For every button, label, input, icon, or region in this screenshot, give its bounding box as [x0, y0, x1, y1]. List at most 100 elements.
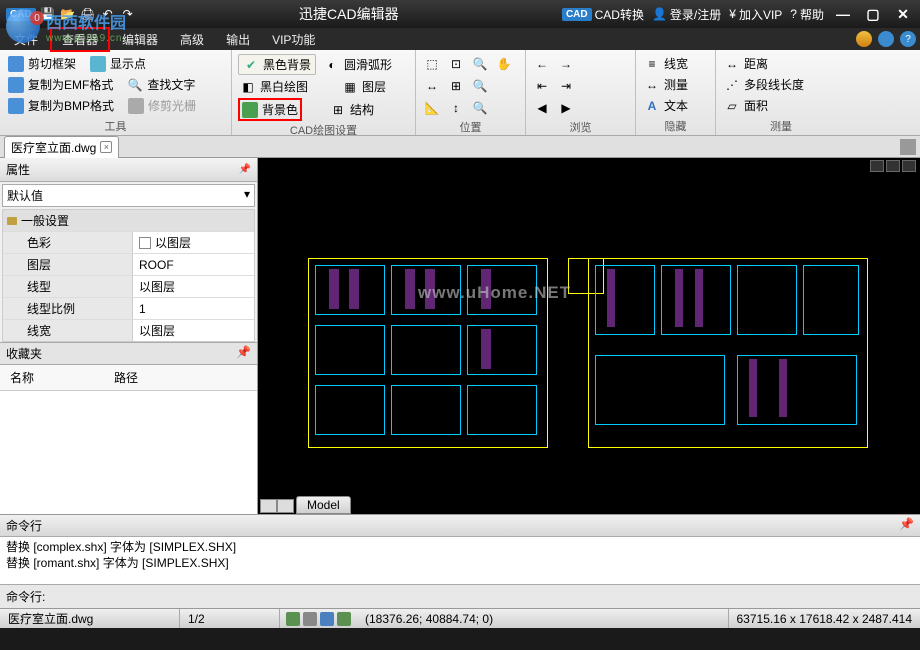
pos-icon-3[interactable]: 🔍 [470, 54, 490, 74]
prop-row-color[interactable]: 色彩以图层 [3, 231, 254, 253]
disk-icon[interactable] [878, 31, 894, 47]
canvas-min-icon[interactable] [870, 160, 884, 172]
maximize-button[interactable]: ▢ [862, 5, 884, 23]
file-tab[interactable]: 医疗室立面.dwg × [4, 136, 119, 158]
status-icon-3[interactable] [320, 612, 334, 626]
pos-icon-1[interactable]: ⬚ [422, 54, 442, 74]
qat-redo-icon[interactable]: ↷ [120, 6, 136, 22]
smooth-arc-button[interactable]: ◐圆滑弧形 [322, 54, 394, 75]
linewidth-label: 线宽 [664, 55, 688, 72]
minimize-button[interactable]: — [832, 5, 854, 23]
app-logo-icon: CAD [6, 8, 36, 21]
close-button[interactable]: ✕ [892, 5, 914, 23]
login-button[interactable]: 👤登录/注册 [652, 6, 721, 23]
area-button[interactable]: ▱面积 [722, 96, 840, 115]
canvas-watermark: www.uHome.NET [418, 283, 571, 303]
pos-icon-7[interactable]: 🔍 [470, 76, 490, 96]
file-tab-close-icon[interactable]: × [100, 141, 112, 153]
qat-undo-icon[interactable]: ↶ [100, 6, 116, 22]
prop-row-linescale[interactable]: 线型比例1 [3, 297, 254, 319]
canvas-close-icon[interactable] [902, 160, 916, 172]
status-icon-1[interactable] [286, 612, 300, 626]
menu-editor[interactable]: 编辑器 [112, 29, 168, 50]
br-prev-icon[interactable]: ◀ [532, 98, 552, 118]
pos-icon-9[interactable]: 📐 [422, 98, 442, 118]
status-icon-2[interactable] [303, 612, 317, 626]
distance-button[interactable]: ↔距离 [722, 54, 840, 73]
command-line: 替换 [romant.shx] 字体为 [SIMPLEX.SHX] [6, 555, 914, 571]
linewidth-button[interactable]: ≡线宽 [642, 54, 709, 73]
fav-col-path[interactable]: 路径 [104, 367, 148, 388]
prop-row-linewidth[interactable]: 线宽以图层 [3, 319, 254, 341]
menu-advanced[interactable]: 高级 [170, 29, 214, 50]
properties-header: 属性 📌 [0, 158, 257, 182]
drawing-canvas[interactable]: www.uHome.NET Model [258, 158, 920, 514]
pin-icon[interactable]: 📌 [899, 517, 914, 534]
br-fwd-icon[interactable]: → [556, 54, 576, 74]
yen-icon: ¥ [729, 7, 736, 21]
pos-icon-8[interactable] [494, 76, 514, 96]
qat-save-icon[interactable]: 💾 [40, 6, 56, 22]
copy-bmp-button[interactable]: 复制为BMP格式 [6, 96, 116, 115]
br-back-icon[interactable]: ← [532, 54, 552, 74]
vip-button[interactable]: ¥加入VIP [729, 6, 782, 23]
pos-icon-6[interactable]: ⊞ [446, 76, 466, 96]
prop-row-linetype[interactable]: 线型以图层 [3, 275, 254, 297]
text-button[interactable]: A文本 [642, 96, 709, 115]
fav-col-name[interactable]: 名称 [0, 367, 44, 388]
bg-color-button[interactable]: 背景色 [238, 98, 302, 121]
help-button[interactable]: ?帮助 [790, 6, 824, 23]
pos-icon-10[interactable]: ↕ [446, 98, 466, 118]
prop-row-layer[interactable]: 图层ROOF [3, 253, 254, 275]
pos-icon-5[interactable]: ↔ [422, 76, 442, 96]
qat-print-icon[interactable]: 🖨 [80, 6, 96, 22]
expand-down-icon[interactable] [900, 139, 916, 155]
br-next-icon[interactable]: ▶ [556, 98, 576, 118]
status-icon-4[interactable] [337, 612, 351, 626]
command-input-row[interactable]: 命令行: [0, 584, 920, 608]
ribbon-group-cad-settings: ✔黑色背景 ◐圆滑弧形 ◧黑白绘图 ▦图层 背景色 ⊞结构 CAD绘图设置 [232, 50, 416, 135]
help-circle-icon[interactable]: ? [900, 31, 916, 47]
pos-icon-2[interactable]: ⊡ [446, 54, 466, 74]
prop-section-general[interactable]: 一般设置 [3, 210, 254, 231]
black-bg-button[interactable]: ✔黑色背景 [238, 54, 316, 75]
prop-name: 图层 [3, 254, 133, 275]
file-tab-label: 医疗室立面.dwg [11, 139, 96, 156]
bmp-icon [8, 98, 24, 114]
menu-viewer[interactable]: 查看器 [50, 27, 110, 52]
pin-icon[interactable]: 📌 [239, 164, 251, 175]
pos-icon-11[interactable]: 🔍 [470, 98, 490, 118]
measure-label: 测量 [664, 76, 688, 93]
show-point-button[interactable]: 显示点 [88, 54, 148, 73]
distance-label: 距离 [744, 55, 768, 72]
clip-frame-button[interactable]: 剪切框架 [6, 54, 78, 73]
prop-name: 线型比例 [3, 298, 133, 319]
find-text-button[interactable]: 🔍查找文字 [125, 75, 197, 94]
pen-icon[interactable] [856, 31, 872, 47]
canvas-restore-icon[interactable] [886, 160, 900, 172]
pos-icon-4[interactable]: ✋ [494, 54, 514, 74]
login-label: 登录/注册 [670, 6, 721, 23]
command-log: 替换 [complex.shx] 字体为 [SIMPLEX.SHX] 替换 [r… [0, 537, 920, 584]
copy-emf-button[interactable]: 复制为EMF格式 [6, 75, 115, 94]
cad-convert-button[interactable]: CADCAD转换 [562, 6, 644, 23]
menu-file[interactable]: 文件 [4, 29, 48, 50]
default-combo[interactable]: 默认值 ▾ [2, 184, 255, 207]
structure-button[interactable]: ⊞结构 [328, 98, 376, 121]
br-first-icon[interactable]: ⇤ [532, 76, 552, 96]
pos-icon-12[interactable] [494, 98, 514, 118]
measure-button[interactable]: ↔测量 [642, 75, 709, 94]
model-nav[interactable] [260, 499, 294, 513]
model-tab[interactable]: Model [296, 496, 351, 514]
br-last-icon[interactable]: ⇥ [556, 76, 576, 96]
pin-icon[interactable]: 📌 [236, 345, 251, 362]
bg-color-label: 背景色 [262, 101, 298, 118]
copy-emf-label: 复制为EMF格式 [28, 76, 113, 93]
menu-output[interactable]: 输出 [216, 29, 260, 50]
menu-vip[interactable]: VIP功能 [262, 29, 325, 50]
multiline-button[interactable]: ⋰多段线长度 [722, 75, 840, 94]
qat-open-icon[interactable]: 📂 [60, 6, 76, 22]
folder-icon [7, 217, 17, 225]
layer-button[interactable]: ▦图层 [340, 77, 388, 96]
bw-draw-button[interactable]: ◧黑白绘图 [238, 77, 310, 96]
